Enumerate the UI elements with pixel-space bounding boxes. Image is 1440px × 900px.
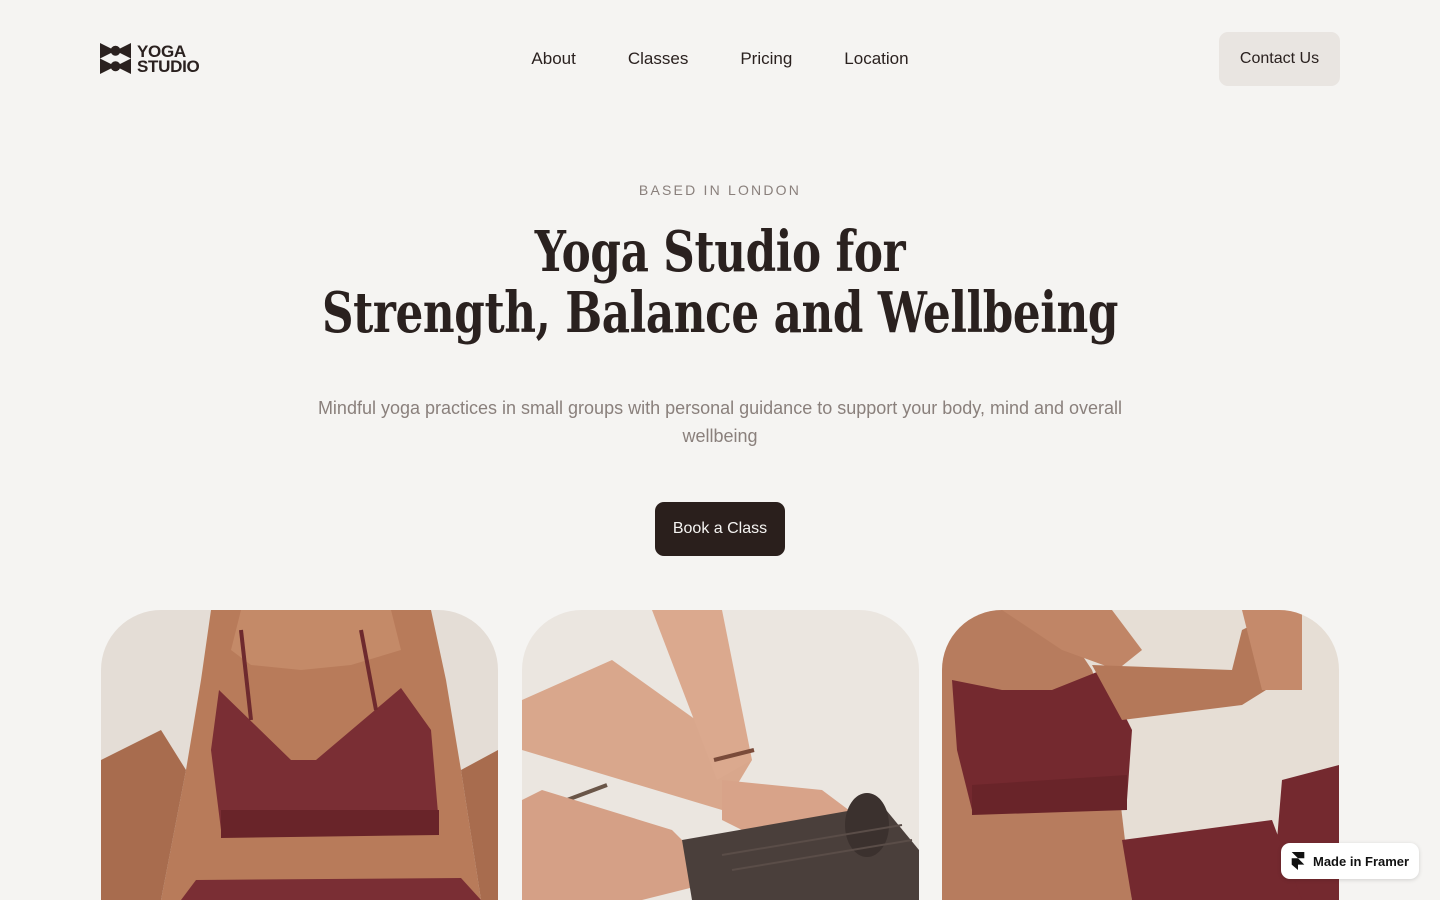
gallery-image-3	[942, 610, 1339, 900]
woman-in-burgundy-sports-bra-image	[101, 610, 498, 900]
nav-item-classes[interactable]: Classes	[628, 47, 688, 71]
yoga-studio-logo-icon	[100, 43, 131, 74]
gallery-image-1	[101, 610, 498, 900]
book-a-class-button[interactable]: Book a Class	[655, 502, 785, 556]
hero-title-line-2: Strength, Balance and Wellbeing	[321, 280, 1119, 346]
hero-title-line-1: Yoga Studio for	[534, 219, 906, 285]
main-nav: About Classes Pricing Location	[500, 47, 940, 71]
hero-eyebrow: BASED IN LONDON	[638, 182, 802, 198]
gallery-image-2	[522, 610, 919, 900]
site-header: YOGA STUDIO About Classes Pricing Locati…	[0, 0, 1440, 118]
hands-rolling-yoga-mat-image	[522, 610, 919, 900]
woman-stretching-pose-image	[942, 610, 1339, 900]
made-in-framer-badge[interactable]: Made in Framer	[1281, 843, 1419, 879]
brand-line-2: STUDIO	[137, 56, 200, 76]
brand-wordmark: YOGA STUDIO	[137, 43, 200, 76]
contact-us-button[interactable]: Contact Us	[1219, 32, 1340, 86]
hero-title: Yoga Studio for Strength, Balance and We…	[158, 222, 1281, 344]
made-in-framer-label: Made in Framer	[1313, 853, 1410, 869]
hero-subtitle: Mindful yoga practices in small groups w…	[317, 398, 1123, 446]
nav-item-pricing[interactable]: Pricing	[740, 47, 792, 71]
brand-logo[interactable]: YOGA STUDIO	[100, 43, 200, 76]
framer-icon	[1291, 852, 1305, 870]
nav-item-about[interactable]: About	[531, 47, 575, 71]
nav-item-location[interactable]: Location	[844, 47, 908, 71]
